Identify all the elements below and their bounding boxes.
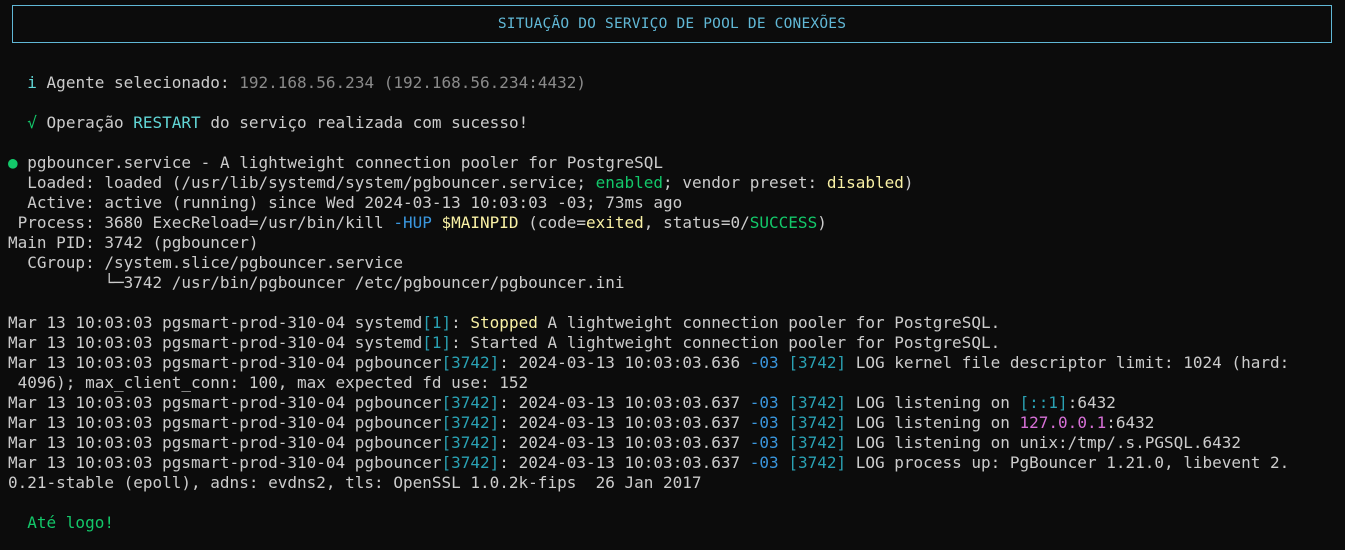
hup-flag: -HUP — [393, 213, 432, 232]
disabled-state: disabled — [826, 173, 904, 192]
operation-suffix: do serviço realizada com sucesso! — [210, 113, 529, 132]
stopped-state: Stopped — [470, 313, 538, 332]
log-line: Mar 13 10:03:03 pgsmart-prod-310-04 pgbo… — [8, 393, 1116, 412]
unit-title: pgbouncer.service - A lightweight connec… — [27, 153, 664, 172]
loaded-line: Loaded: loaded (/usr/lib/systemd/system/… — [8, 173, 914, 192]
ipv4-addr: 127.0.0.1 — [1019, 413, 1107, 432]
agent-line: i Agente selecionado: 192.168.56.234 (19… — [8, 73, 1345, 93]
check-icon: √ — [27, 113, 37, 132]
log-line: Mar 13 10:03:03 pgsmart-prod-310-04 pgbo… — [8, 413, 1155, 432]
log-line: Mar 13 10:03:03 pgsmart-prod-310-04 syst… — [8, 333, 1001, 352]
operation-line: √ Operação RESTART do serviço realizada … — [8, 113, 1345, 133]
farewell-line: Até logo! — [8, 513, 1345, 533]
status-dot-icon: ● — [8, 153, 18, 172]
operation-prefix: Operação — [46, 113, 124, 132]
ipv6-addr: [::1] — [1019, 393, 1068, 412]
cgroup-child-line: └─3742 /usr/bin/pgbouncer /etc/pgbouncer… — [8, 273, 625, 292]
mainpid-line: Main PID: 3742 (pgbouncer) — [8, 233, 259, 252]
farewell-text: Até logo! — [27, 513, 114, 532]
enabled-state: enabled — [595, 173, 664, 192]
log-line: Mar 13 10:03:03 pgsmart-prod-310-04 pgbo… — [8, 453, 1290, 472]
log-line: Mar 13 10:03:03 pgsmart-prod-310-04 pgbo… — [8, 433, 1242, 452]
exited-state: exited — [586, 213, 644, 232]
cgroup-line: CGroup: /system.slice/pgbouncer.service — [8, 253, 403, 272]
log-line: Mar 13 10:03:03 pgsmart-prod-310-04 syst… — [8, 313, 1001, 332]
operation-action: RESTART — [133, 113, 201, 132]
info-icon: i — [27, 73, 37, 92]
log-line-continuation: 0.21-stable (epoll), adns: evdns2, tls: … — [8, 473, 702, 492]
banner-title: SITUAÇÃO DO SERVIÇO DE POOL DE CONEXÕES — [497, 16, 847, 32]
unit-line: ● pgbouncer.service - A lightweight conn… — [8, 153, 1345, 173]
process-line: Process: 3680 ExecReload=/usr/bin/kill -… — [8, 213, 827, 232]
agent-value: 192.168.56.234 (192.168.56.234:4432) — [239, 73, 586, 92]
mainpid-var: $MAINPID — [441, 213, 519, 232]
status-banner: SITUAÇÃO DO SERVIÇO DE POOL DE CONEXÕES — [12, 5, 1332, 43]
log-line-continuation: 4096); max_client_conn: 100, max expecte… — [8, 373, 529, 392]
active-line: Active: active (running) since Wed 2024-… — [8, 193, 683, 212]
log-line: Mar 13 10:03:03 pgsmart-prod-310-04 pgbo… — [8, 353, 1290, 372]
agent-label: Agente selecionado: — [46, 73, 230, 92]
success-state: SUCCESS — [749, 213, 818, 232]
terminal-output: i Agente selecionado: 192.168.56.234 (19… — [8, 73, 1345, 533]
